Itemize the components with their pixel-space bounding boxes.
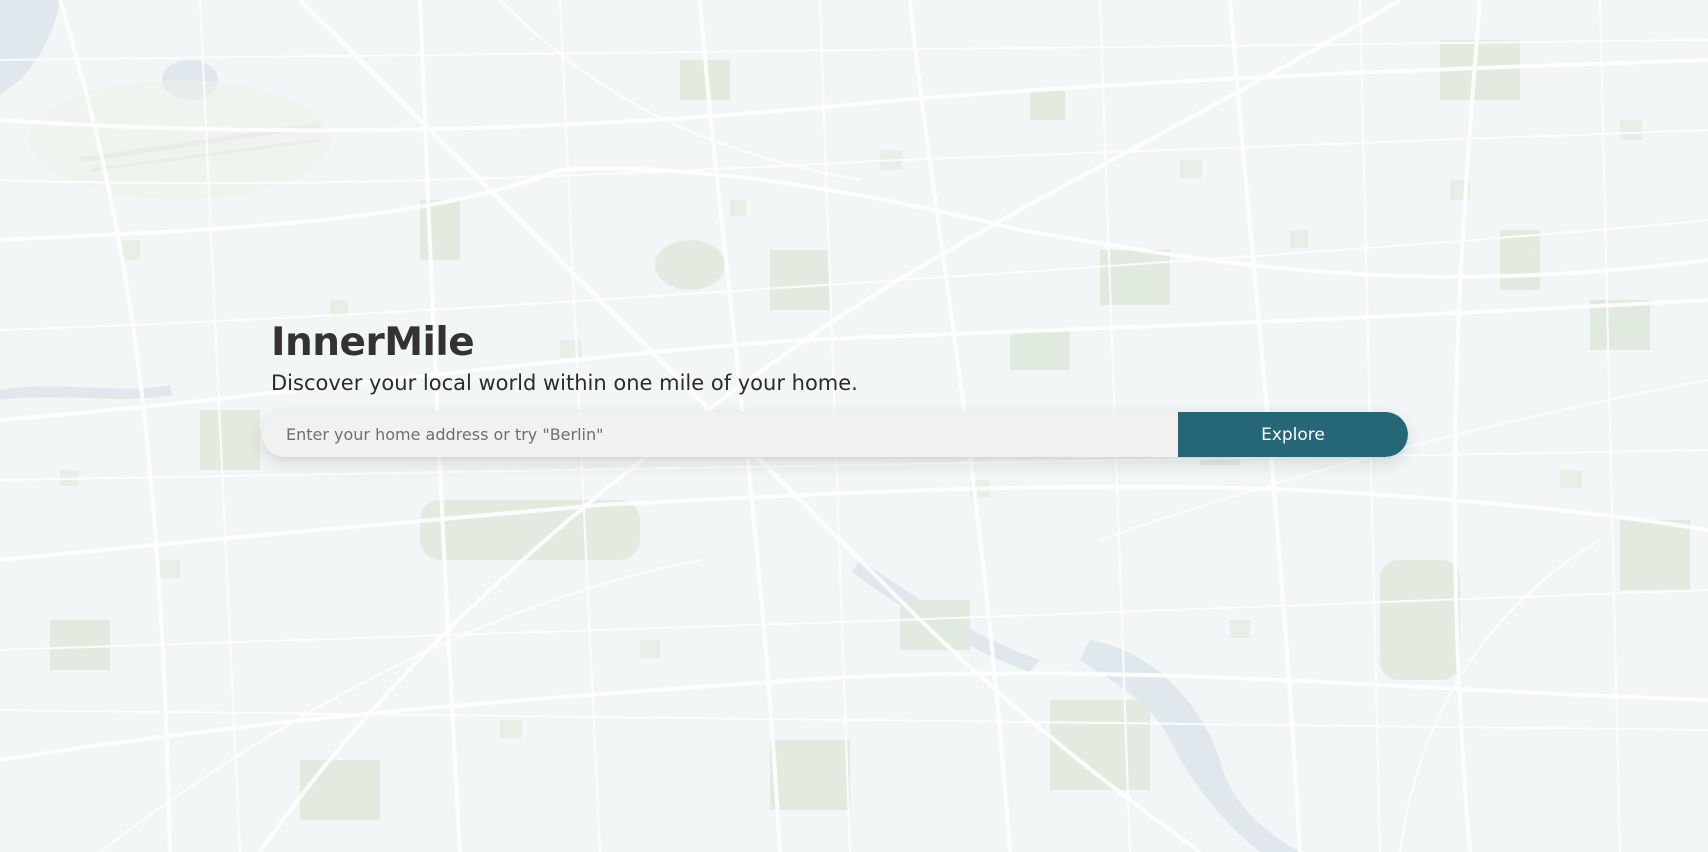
hero-section: InnerMile Discover your local world with… [262,318,1408,457]
app-tagline: Discover your local world within one mil… [271,371,858,395]
address-search-input[interactable] [262,412,1178,457]
explore-button[interactable]: Explore [1178,412,1408,457]
app-title: InnerMile [271,320,475,365]
address-search-form: Explore [262,412,1408,457]
landing-page: InnerMile Discover your local world with… [0,0,1708,852]
